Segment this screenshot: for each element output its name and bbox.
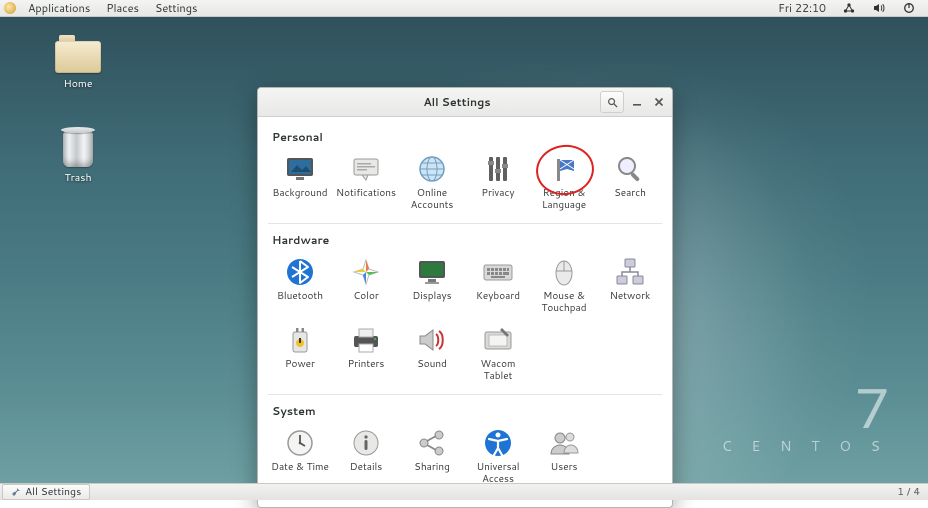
- minimize-button[interactable]: [628, 92, 646, 112]
- search-settings-icon: [614, 153, 646, 185]
- desktop-icon-home[interactable]: Home: [48, 35, 108, 91]
- network-settings-icon: [614, 256, 646, 288]
- settings-item-universal-access[interactable]: Universal Access: [466, 423, 530, 489]
- settings-item-mouse-touchpad[interactable]: Mouse & Touchpad: [532, 252, 596, 318]
- sound-icon: [416, 324, 448, 356]
- section-heading: Personal: [272, 129, 662, 145]
- settings-item-power[interactable]: Power: [268, 320, 332, 386]
- displays-icon: [416, 256, 448, 288]
- minimize-icon: [632, 97, 642, 107]
- wrench-icon: [11, 487, 21, 497]
- users-icon: [548, 427, 580, 459]
- window-title: All Settings: [314, 94, 600, 110]
- settings-item-printers[interactable]: Printers: [334, 320, 398, 386]
- settings-item-region-language[interactable]: Region & Language: [532, 149, 596, 215]
- background-icon: [284, 153, 316, 185]
- taskbar-button-label: All Settings: [25, 485, 81, 499]
- top-menubar: Applications Places Settings Fri 22:10: [0, 0, 928, 17]
- desktop[interactable]: Home Trash 7 C E N T O S All Settings Pe…: [0, 17, 928, 484]
- settings-item-wacom-tablet[interactable]: Wacom Tablet: [466, 320, 530, 386]
- notifications-icon: [350, 153, 382, 185]
- workspace-indicator[interactable]: 1 / 4: [889, 485, 928, 499]
- close-button[interactable]: [650, 92, 668, 112]
- settings-item-details[interactable]: Details: [334, 423, 398, 489]
- network-icon[interactable]: [834, 2, 864, 14]
- printers-icon: [350, 324, 382, 356]
- titlebar-search-button[interactable]: [600, 91, 624, 113]
- section-hardware: Hardware Bluetooth Color Displays: [268, 224, 662, 395]
- wallpaper-brand: 7 C E N T O S: [722, 380, 888, 456]
- section-heading: System: [272, 403, 662, 419]
- universal-access-icon: [482, 427, 514, 459]
- settings-item-notifications[interactable]: Notifications: [334, 149, 398, 215]
- folder-icon: [55, 35, 101, 73]
- menu-settings[interactable]: Settings: [147, 0, 205, 16]
- bottom-panel: All Settings 1 / 4: [0, 483, 928, 500]
- section-heading: Hardware: [272, 232, 662, 248]
- section-personal: Personal Background Notifications Online…: [268, 121, 662, 224]
- settings-item-online-accounts[interactable]: Online Accounts: [400, 149, 464, 215]
- settings-window: All Settings Personal Background: [257, 87, 673, 508]
- taskbar-button-all-settings[interactable]: All Settings: [2, 484, 90, 500]
- section-system: System Date & Time Details Sharing: [268, 395, 662, 497]
- desktop-icon-label: Home: [48, 77, 108, 91]
- settings-item-color[interactable]: Color: [334, 252, 398, 318]
- date-time-icon: [284, 427, 316, 459]
- settings-item-displays[interactable]: Displays: [400, 252, 464, 318]
- settings-item-network[interactable]: Network: [598, 252, 662, 318]
- settings-item-bluetooth[interactable]: Bluetooth: [268, 252, 332, 318]
- mouse-icon: [548, 256, 580, 288]
- distro-logo-icon: [4, 2, 16, 14]
- details-icon: [350, 427, 382, 459]
- privacy-icon: [482, 153, 514, 185]
- settings-item-background[interactable]: Background: [268, 149, 332, 215]
- settings-item-sound[interactable]: Sound: [400, 320, 464, 386]
- window-titlebar[interactable]: All Settings: [258, 88, 672, 117]
- settings-item-privacy[interactable]: Privacy: [466, 149, 530, 215]
- search-icon: [607, 97, 618, 108]
- settings-item-date-time[interactable]: Date & Time: [268, 423, 332, 489]
- online-accounts-icon: [416, 153, 448, 185]
- volume-icon[interactable]: [864, 2, 894, 14]
- bluetooth-icon: [284, 256, 316, 288]
- settings-item-sharing[interactable]: Sharing: [400, 423, 464, 489]
- sharing-icon: [416, 427, 448, 459]
- keyboard-icon: [482, 256, 514, 288]
- wacom-icon: [482, 324, 514, 356]
- region-language-icon: [548, 153, 580, 185]
- power-icon[interactable]: [894, 2, 924, 14]
- clock[interactable]: Fri 22:10: [770, 0, 834, 16]
- desktop-icon-label: Trash: [48, 171, 108, 185]
- power-settings-icon: [284, 324, 316, 356]
- menu-places[interactable]: Places: [98, 0, 147, 16]
- close-icon: [654, 97, 664, 107]
- color-icon: [350, 256, 382, 288]
- menu-applications[interactable]: Applications: [20, 0, 98, 16]
- trash-icon: [61, 125, 95, 167]
- settings-item-keyboard[interactable]: Keyboard: [466, 252, 530, 318]
- settings-item-search[interactable]: Search: [598, 149, 662, 215]
- settings-item-users[interactable]: Users: [532, 423, 596, 489]
- desktop-icon-trash[interactable]: Trash: [48, 125, 108, 185]
